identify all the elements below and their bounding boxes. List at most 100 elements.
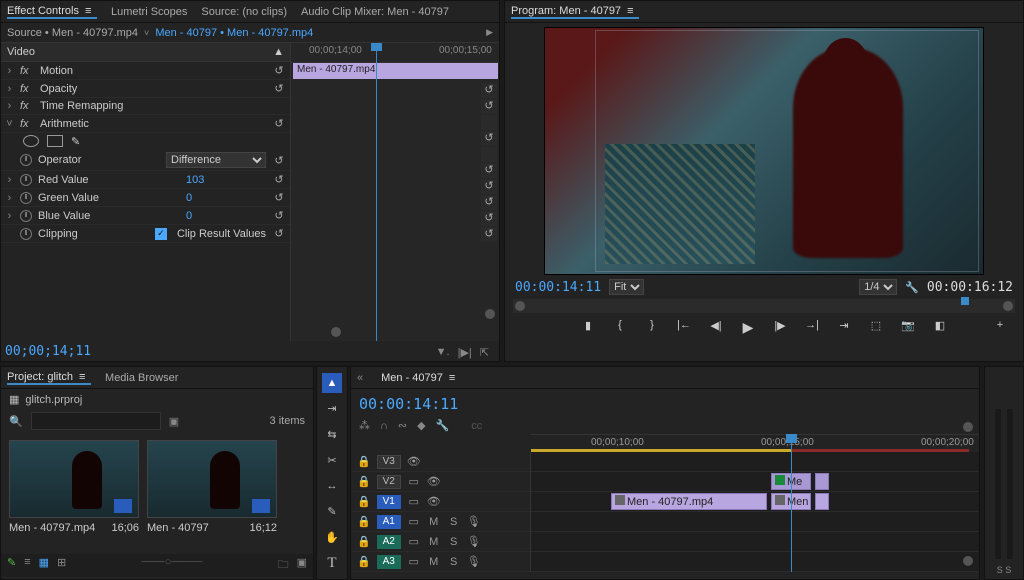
track-tag[interactable]: V2 <box>377 475 401 489</box>
stopwatch-icon[interactable] <box>20 192 32 204</box>
clip[interactable] <box>815 473 829 490</box>
fit-select[interactable]: Fit <box>609 279 644 295</box>
reset-icon[interactable]: ↺ <box>272 227 286 240</box>
sync-lock-icon[interactable]: ▭ <box>407 495 421 508</box>
lock-icon[interactable]: 🔒 <box>357 515 371 528</box>
stopwatch-icon[interactable] <box>20 228 32 240</box>
collapse-icon[interactable]: ▲ <box>273 46 284 58</box>
step-forward-icon[interactable]: |▶ <box>771 319 789 335</box>
thumbnail[interactable] <box>9 440 139 518</box>
fx-clip-bar[interactable]: Men - 40797.mp4 <box>293 63 498 79</box>
comparison-icon[interactable]: ◧ <box>931 319 949 335</box>
reset-icon[interactable]: ↺ <box>481 195 497 210</box>
pen-mask-icon[interactable]: ✎ <box>71 135 80 148</box>
track-select-tool[interactable]: ⇥ <box>322 399 342 419</box>
menu-icon[interactable] <box>627 5 639 17</box>
razor-tool[interactable]: ✂ <box>322 450 342 470</box>
fx-time-ruler[interactable]: 00;00;14;00 00;00;15;00 <box>291 43 499 63</box>
track-v2[interactable]: Me <box>531 472 979 492</box>
fx-opacity-row[interactable]: ›fxOpacity↺ <box>1 80 290 98</box>
red-value[interactable]: 103 <box>186 174 266 186</box>
reset-icon[interactable]: ↺ <box>272 173 286 186</box>
track-v1-header[interactable]: 🔒V1▭👁 <box>351 492 530 512</box>
tab-lumetri-scopes[interactable]: Lumetri Scopes <box>111 6 187 18</box>
timeline-tracks-area[interactable]: Me Men - 40797.mp4 Men <box>531 452 979 572</box>
scroll-handle[interactable] <box>515 301 525 311</box>
tab-audio-clip-mixer[interactable]: Audio Clip Mixer: Men - 40797 <box>301 6 449 18</box>
export-frame-icon[interactable]: 📷 <box>899 319 917 335</box>
tab-media-browser[interactable]: Media Browser <box>105 372 178 384</box>
track-a3[interactable] <box>531 552 979 572</box>
track-a1-header[interactable]: 🔒A1▭MS🎙 <box>351 512 530 532</box>
mic-icon[interactable]: 🎙 <box>467 555 481 568</box>
eye-icon[interactable]: 👁 <box>407 455 421 468</box>
bracket-in-icon[interactable]: { <box>611 319 629 335</box>
track-v3-header[interactable]: 🔒V3👁 <box>351 452 530 472</box>
stopwatch-icon[interactable] <box>20 210 32 222</box>
settings-icon[interactable]: 🔧 <box>905 281 919 294</box>
fx-time-remapping-row[interactable]: ›fxTime Remapping <box>1 98 290 115</box>
solo-button[interactable]: S <box>447 516 461 528</box>
eye-icon[interactable]: 👁 <box>427 495 441 508</box>
tab-effect-controls[interactable]: Effect Controls <box>7 5 97 19</box>
project-item[interactable]: Men - 4079716;12 <box>147 440 277 534</box>
track-tag[interactable]: V1 <box>377 495 401 509</box>
slip-tool[interactable]: ↔ <box>322 476 342 496</box>
reset-icon[interactable]: ↺ <box>481 163 497 178</box>
mic-icon[interactable]: 🎙 <box>467 515 481 528</box>
track-v1[interactable]: Men - 40797.mp4 Men <box>531 492 979 512</box>
stopwatch-icon[interactable] <box>20 154 32 166</box>
snap-icon[interactable]: ∩ <box>380 420 388 432</box>
hand-tool[interactable]: ✋ <box>322 528 342 548</box>
blue-value[interactable]: 0 <box>186 210 266 222</box>
new-item-icon[interactable]: ▣ <box>297 556 307 575</box>
reset-icon[interactable]: ↺ <box>481 227 497 242</box>
go-to-out-icon[interactable]: →| <box>803 319 821 335</box>
track-a2-header[interactable]: 🔒A2▭MS🎙 <box>351 532 530 552</box>
tab-program-monitor[interactable]: Program: Men - 40797 <box>511 5 639 19</box>
extract-icon[interactable]: ⬚ <box>867 319 885 335</box>
program-scrubber[interactable] <box>513 299 1015 313</box>
lift-icon[interactable]: ⇥ <box>835 319 853 335</box>
green-value[interactable]: 0 <box>186 192 266 204</box>
scroll-handle[interactable] <box>331 327 341 337</box>
clip-main[interactable]: Men - 40797.mp4 <box>611 493 767 510</box>
effect-keyframe-timeline[interactable]: 00;00;14;00 00;00;15;00 Men - 40797.mp4 … <box>291 43 499 341</box>
play-button[interactable]: ▶ <box>739 319 757 335</box>
button-editor-icon[interactable]: + <box>991 319 1009 335</box>
program-viewport[interactable] <box>544 27 984 275</box>
lock-icon[interactable]: 🔒 <box>357 535 371 548</box>
reset-icon[interactable]: ↺ <box>272 191 286 204</box>
sequence-clip-link[interactable]: Men - 40797 • Men - 40797.mp4 <box>155 27 313 39</box>
project-item[interactable]: Men - 40797.mp416;06 <box>9 440 139 534</box>
track-tag[interactable]: A1 <box>377 515 401 529</box>
timeline-current-time[interactable]: 00:00:14:11 <box>359 395 971 413</box>
program-playhead[interactable] <box>961 297 969 305</box>
track-v2-header[interactable]: 🔒V2▭👁 <box>351 472 530 492</box>
lock-icon[interactable]: 🔒 <box>357 455 371 468</box>
filter-icon[interactable]: ▼. <box>436 346 450 359</box>
fx-motion-row[interactable]: ›fxMotion↺ <box>1 62 290 80</box>
project-file-row[interactable]: ▦ glitch.prproj <box>1 389 313 410</box>
track-v3[interactable] <box>531 452 979 472</box>
freeform-view-icon[interactable]: ⊞ <box>57 556 66 575</box>
timeline-ruler[interactable]: 00;00;10;00 00;00;15;00 00;00;20;00 <box>531 434 979 452</box>
mark-in-icon[interactable]: ▮ <box>579 319 597 335</box>
program-current-time[interactable]: 00:00:14:11 <box>515 280 601 295</box>
rect-mask-icon[interactable] <box>47 135 63 147</box>
marker-icon[interactable]: ◆ <box>417 419 425 432</box>
mute-button[interactable]: M <box>427 536 441 548</box>
reset-icon[interactable]: ↺ <box>481 179 497 194</box>
mute-button[interactable]: M <box>427 516 441 528</box>
nest-icon[interactable]: ⁂ <box>359 419 370 432</box>
pen-icon[interactable]: ✎ <box>7 556 16 575</box>
step-icon[interactable]: |▶| <box>458 346 472 359</box>
track-a3-header[interactable]: 🔒A3▭MS🎙 <box>351 552 530 572</box>
track-tag[interactable]: A2 <box>377 535 401 549</box>
reset-icon[interactable]: ↺ <box>272 154 286 167</box>
lock-icon[interactable]: 🔒 <box>357 555 371 568</box>
new-bin-icon[interactable]: 🗀 <box>278 556 289 575</box>
ellipse-mask-icon[interactable] <box>23 135 39 147</box>
type-tool[interactable]: T <box>322 553 342 573</box>
bracket-out-icon[interactable]: } <box>643 319 661 335</box>
